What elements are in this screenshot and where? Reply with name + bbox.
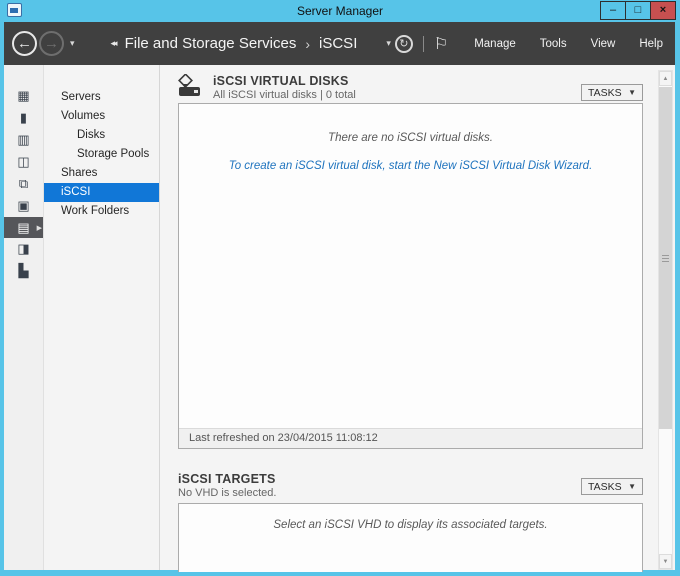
collapse-breadcrumb-icon[interactable]: ◂◂	[111, 38, 116, 49]
badge-server-icon[interactable]: ▣	[4, 195, 43, 217]
sidebar-item-volumes[interactable]: Volumes	[44, 107, 159, 126]
copies-icon[interactable]: ⧉	[4, 173, 43, 195]
tasks-dropdown-icon: ▼	[628, 482, 636, 491]
scroll-down-icon[interactable]: ▼	[659, 554, 672, 569]
vertical-scrollbar[interactable]: ▲ ▼	[658, 70, 673, 570]
maximize-button[interactable]: □	[625, 1, 651, 20]
new-virtual-disk-wizard-link[interactable]: To create an iSCSI virtual disk, start t…	[179, 160, 642, 172]
last-refreshed-status: Last refreshed on 23/04/2015 11:08:12	[179, 428, 642, 448]
back-button[interactable]: ←	[12, 31, 37, 56]
menu-help[interactable]: Help	[627, 32, 675, 56]
menu-manage[interactable]: Manage	[462, 32, 528, 56]
server-clock-icon[interactable]: ◨	[4, 238, 43, 260]
dashboard-icon[interactable]: ▦	[4, 85, 43, 107]
history-dropdown-icon[interactable]: ▾	[70, 38, 75, 49]
main-panel: iSCSI VIRTUAL DISKS All iSCSI virtual di…	[160, 65, 675, 570]
selected-rail-arrow-icon: ▶	[37, 224, 42, 232]
sidebar-item-work-folders[interactable]: Work Folders	[44, 202, 159, 221]
users-server-icon[interactable]: ◫	[4, 151, 43, 173]
forward-button: →	[39, 31, 64, 56]
sidebar-item-disks[interactable]: Disks	[44, 126, 159, 145]
server-manager-window: Server Manager – □ × ← → ▾ ◂◂ File and S…	[0, 0, 680, 576]
breadcrumb-current: iSCSI	[319, 35, 357, 52]
refresh-icon[interactable]: ↻	[395, 35, 413, 53]
role-icon-rail: ▦ ▮ ▥ ◫ ⧉ ▣ ▤ ▶ ◨ ▙	[4, 65, 44, 570]
targets-list: Select an iSCSI VHD to display its assoc…	[178, 503, 643, 572]
sidebar-item-iscsi[interactable]: iSCSI	[44, 183, 159, 202]
breadcrumb-separator-icon: ›	[305, 36, 310, 52]
breadcrumb-root[interactable]: File and Storage Services	[125, 35, 297, 52]
virtual-disks-tasks-button[interactable]: TASKS ▼	[581, 84, 643, 101]
targets-empty-message: Select an iSCSI VHD to display its assoc…	[179, 504, 642, 531]
targets-header: iSCSI TARGETS No VHD is selected.	[178, 472, 276, 499]
file-storage-services-glyph: ▤	[17, 220, 29, 236]
scrollbar-thumb[interactable]	[659, 87, 672, 429]
virtual-disks-empty-message: There are no iSCSI virtual disks.	[179, 104, 642, 144]
iscsi-disk-icon	[178, 74, 204, 101]
tasks-label: TASKS	[588, 481, 622, 493]
breadcrumb: ◂◂ File and Storage Services › iSCSI	[111, 35, 358, 52]
tasks-dropdown-icon: ▼	[628, 88, 636, 97]
scroll-up-icon[interactable]: ▲	[659, 71, 672, 86]
file-storage-services-icon[interactable]: ▤ ▶	[4, 217, 43, 238]
scrollbar-grip	[662, 258, 669, 259]
notifications-flag-icon[interactable]: ⚐	[434, 34, 448, 54]
virtual-disks-subtitle: All iSCSI virtual disks | 0 total	[213, 89, 356, 101]
targets-tasks-button[interactable]: TASKS ▼	[581, 478, 643, 495]
sidebar-item-storage-pools[interactable]: Storage Pools	[44, 145, 159, 164]
virtual-disks-header: iSCSI VIRTUAL DISKS All iSCSI virtual di…	[178, 74, 356, 101]
close-button[interactable]: ×	[650, 1, 676, 20]
targets-title: iSCSI TARGETS	[178, 472, 276, 486]
virtual-disks-title: iSCSI VIRTUAL DISKS	[213, 74, 356, 88]
menu-view[interactable]: View	[579, 32, 628, 56]
navigation-bar: ← → ▾ ◂◂ File and Storage Services › iSC…	[4, 22, 675, 65]
address-dropdown-icon[interactable]: ▾	[386, 38, 391, 49]
performance-icon[interactable]: ▙	[4, 260, 43, 282]
sidebar-item-servers[interactable]: Servers	[44, 88, 159, 107]
titlebar: Server Manager – □ ×	[0, 0, 680, 22]
minimize-button[interactable]: –	[600, 1, 626, 20]
local-server-icon[interactable]: ▮	[4, 107, 43, 129]
menu-tools[interactable]: Tools	[528, 32, 579, 56]
virtual-disks-list: There are no iSCSI virtual disks. To cre…	[178, 103, 643, 449]
sidebar-navigation: Servers Volumes Disks Storage Pools Shar…	[44, 65, 160, 570]
nav-divider	[423, 36, 424, 52]
all-servers-icon[interactable]: ▥	[4, 129, 43, 151]
sidebar-item-shares[interactable]: Shares	[44, 164, 159, 183]
window-title: Server Manager	[0, 0, 680, 22]
tasks-label: TASKS	[588, 87, 622, 99]
targets-subtitle: No VHD is selected.	[178, 487, 276, 499]
